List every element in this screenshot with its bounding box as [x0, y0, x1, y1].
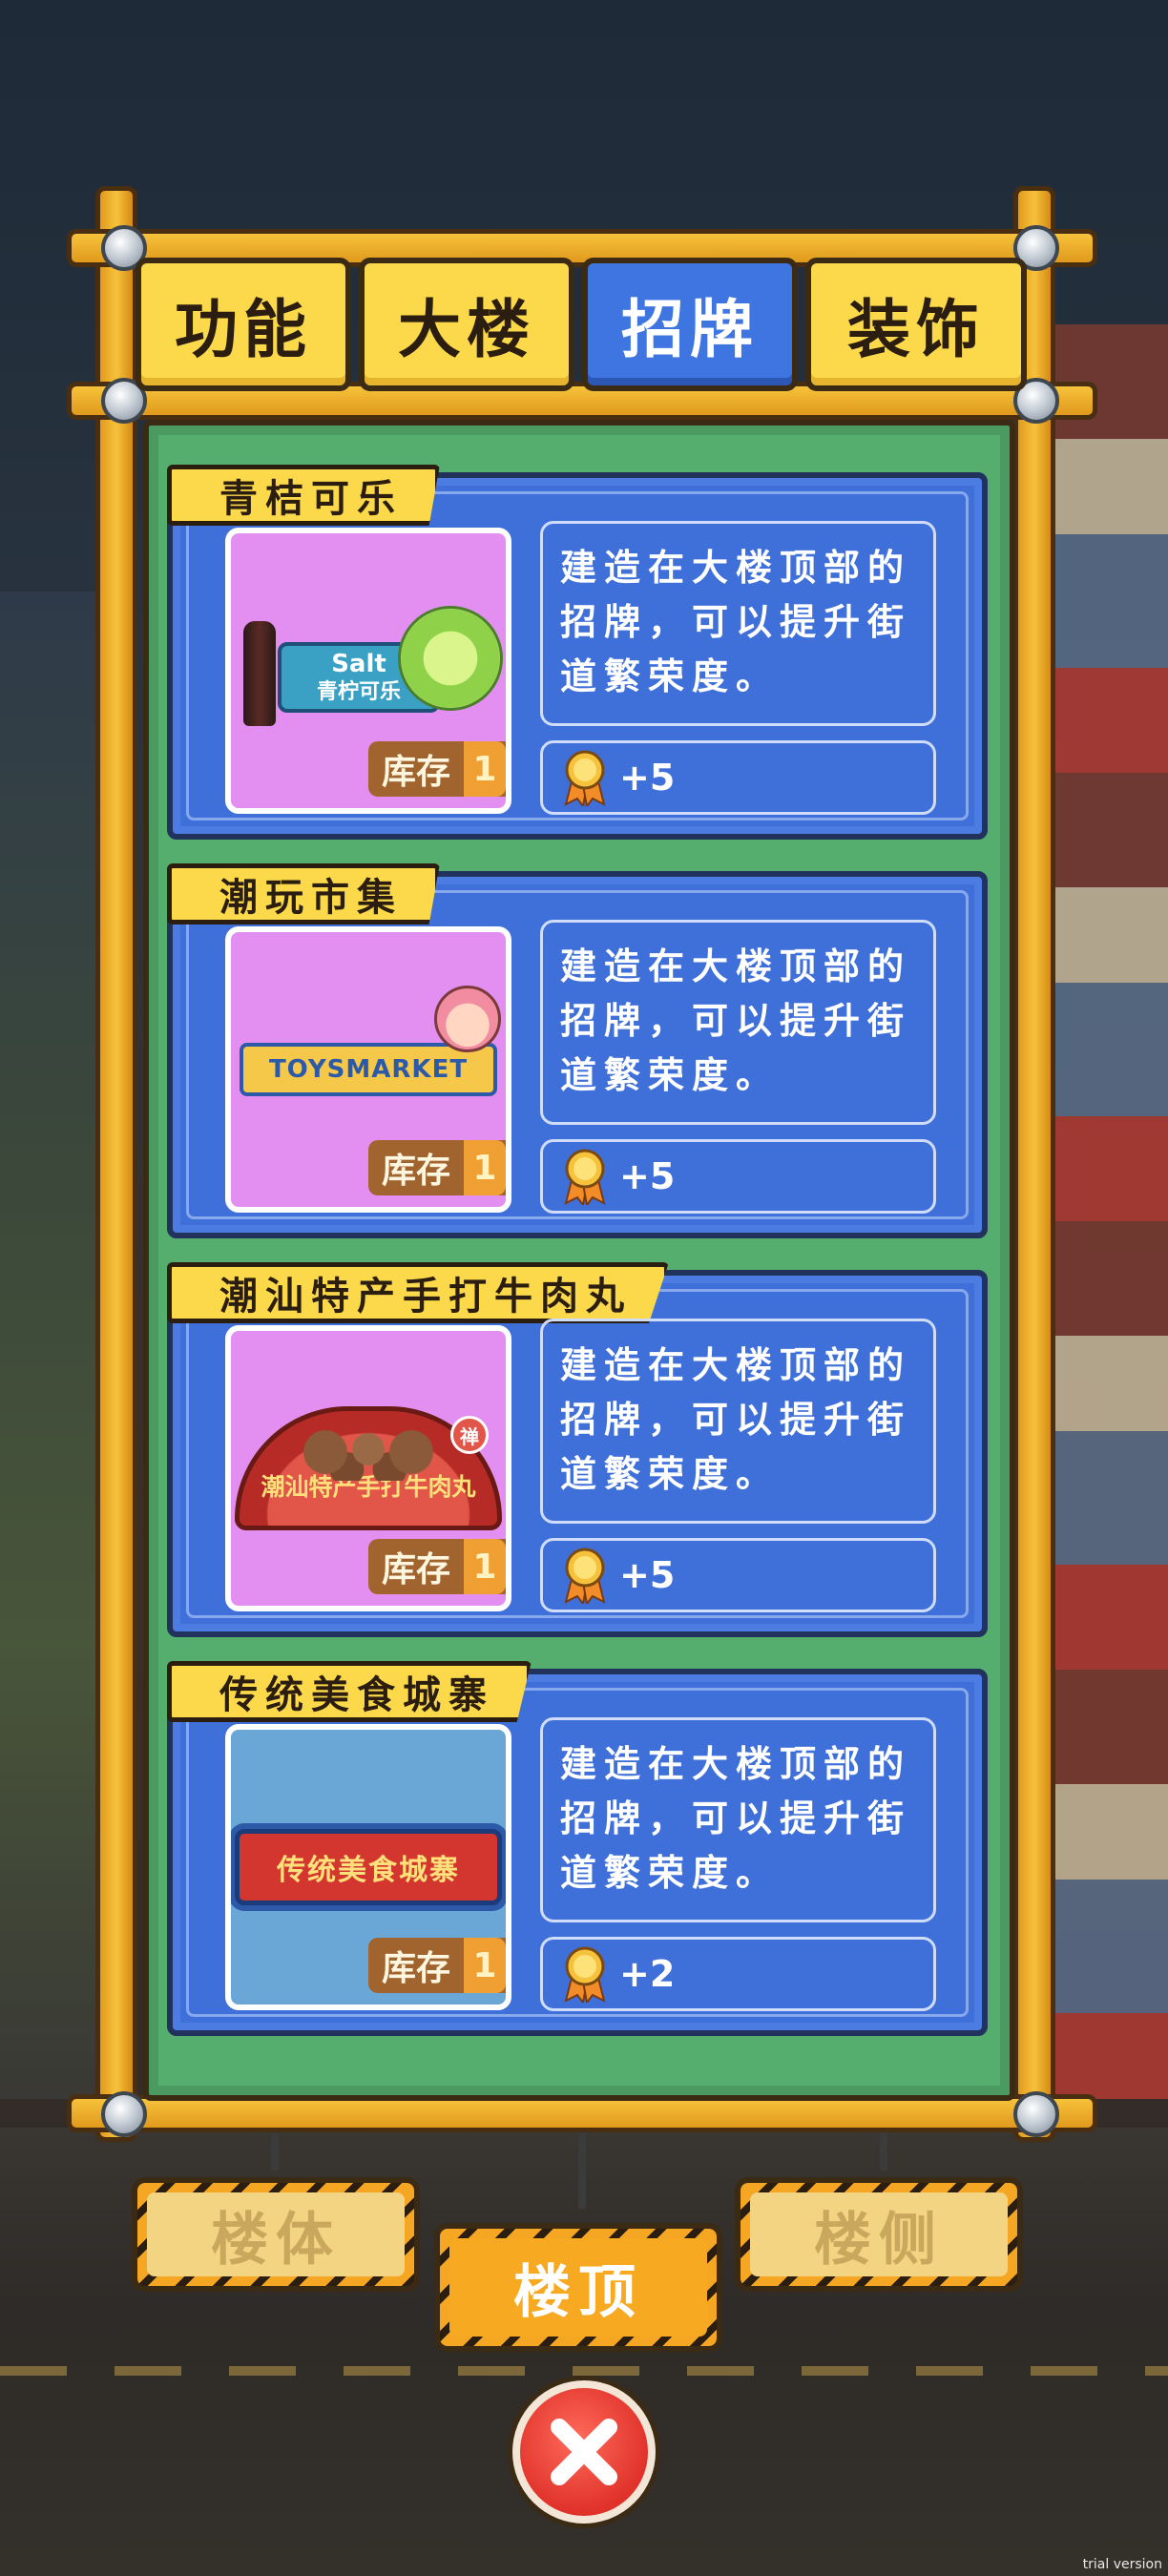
- prosperity-reward: +5: [540, 740, 936, 815]
- stock-label: 库存: [382, 753, 451, 792]
- sign-description: 建造在大楼顶部的招牌，可以提升街道繁荣度。: [540, 920, 936, 1125]
- tab-decoration[interactable]: 装饰: [805, 258, 1027, 391]
- close-x-icon: [551, 2419, 617, 2485]
- sign-thumbnail: 潮汕特产手打牛肉丸 禅 库存 1: [225, 1325, 511, 1611]
- bolt-icon: [101, 2091, 147, 2137]
- sign-description: 建造在大楼顶部的招牌，可以提升街道繁荣度。: [540, 1717, 936, 1922]
- sign-description: 建造在大楼顶部的招牌，可以提升街道繁荣度。: [540, 1319, 936, 1524]
- mascot-girl-icon: [434, 986, 501, 1052]
- beef-ball-sign-image: 潮汕特产手打牛肉丸 禅: [235, 1406, 502, 1530]
- stock-label: 库存: [382, 1949, 451, 1988]
- cola-bottle-icon: [243, 621, 276, 726]
- prosperity-reward: +2: [540, 1937, 936, 2011]
- sign-thumbnail: 传统美食城寨 库存 1: [225, 1724, 511, 2010]
- stock-badge: 库存 1: [368, 1140, 506, 1195]
- stock-badge: 库存 1: [368, 1539, 506, 1594]
- tab-label: 功能: [175, 293, 312, 366]
- stock-count: 1: [464, 741, 506, 797]
- sign-card-toy-market[interactable]: 潮玩市集 TOYSMARKET 库存 1 建造在大楼顶部的招牌，可以提升街道繁荣…: [167, 863, 988, 1238]
- placement-button-label: 楼侧: [750, 2192, 1008, 2276]
- tab-label: 招牌: [621, 293, 759, 366]
- prosperity-reward: +5: [540, 1139, 936, 1214]
- button-hanger: [578, 2132, 586, 2209]
- stock-badge: 库存 1: [368, 741, 506, 797]
- sign-card-title: 潮汕特产手打牛肉丸: [167, 1262, 669, 1323]
- food-city-sign-image: 传统美食城寨: [235, 1829, 502, 1905]
- tab-function[interactable]: 功能: [136, 258, 351, 391]
- placement-button-label: 楼体: [147, 2192, 405, 2276]
- reward-value: +5: [619, 757, 676, 799]
- meatball-icon: [297, 1423, 440, 1481]
- background-street-right: [1053, 324, 1168, 2099]
- prosperity-medal-icon: [564, 1548, 606, 1604]
- placement-side-button[interactable]: 楼侧: [735, 2177, 1023, 2292]
- prosperity-reward: +5: [540, 1538, 936, 1612]
- sign-badge: 禅: [450, 1416, 489, 1454]
- close-button[interactable]: [512, 2380, 656, 2524]
- cola-sign-image: Salt 青柠可乐: [240, 606, 503, 728]
- prosperity-medal-icon: [564, 1149, 606, 1205]
- button-hanger: [271, 2132, 279, 2171]
- frame-post-left: [95, 186, 137, 2142]
- reward-value: +5: [619, 1155, 676, 1197]
- toysmarket-sign-image: TOYSMARKET: [240, 986, 501, 1117]
- tab-label: 装饰: [847, 293, 985, 366]
- tab-label: 大楼: [398, 293, 535, 366]
- watermark: trial version: [1082, 2557, 1162, 2572]
- frame-post-right: [1013, 186, 1055, 2142]
- sign-card-title: 传统美食城寨: [167, 1661, 532, 1722]
- reward-value: +2: [619, 1953, 676, 1995]
- stock-count: 1: [464, 1539, 506, 1594]
- sign-card-food-city[interactable]: 传统美食城寨 传统美食城寨 库存 1 建造在大楼顶部的招牌，可以提升街道繁荣度。…: [167, 1661, 988, 2036]
- prosperity-medal-icon: [564, 1946, 606, 2003]
- reward-value: +5: [619, 1554, 676, 1596]
- stock-count: 1: [464, 1938, 506, 1993]
- placement-roof-button[interactable]: 楼顶: [434, 2223, 722, 2352]
- stock-label: 库存: [382, 1550, 451, 1589]
- tab-signboard[interactable]: 招牌: [582, 258, 798, 391]
- sign-card-beef-ball[interactable]: 潮汕特产手打牛肉丸 潮汕特产手打牛肉丸 禅 库存 1 建造在大楼顶部的招牌，可以…: [167, 1262, 988, 1637]
- sign-description: 建造在大楼顶部的招牌，可以提升街道繁荣度。: [540, 521, 936, 726]
- placement-button-label: 楼顶: [449, 2238, 707, 2337]
- tab-building[interactable]: 大楼: [359, 258, 574, 391]
- sign-art-text: 传统美食城寨: [277, 1854, 460, 1887]
- bolt-icon: [1013, 2091, 1059, 2137]
- placement-body-button[interactable]: 楼体: [132, 2177, 420, 2292]
- button-hanger: [880, 2132, 887, 2171]
- sign-art-text: TOYSMARKET: [268, 1055, 469, 1084]
- sign-card-qingju-cola[interactable]: 青桔可乐 Salt 青柠可乐 库存 1 建造在大楼顶部的招牌，可以提升街道繁荣度…: [167, 465, 988, 840]
- stock-label: 库存: [382, 1152, 451, 1191]
- sign-thumbnail: TOYSMARKET 库存 1: [225, 926, 511, 1213]
- lemon-slice-icon: [398, 606, 503, 711]
- stock-count: 1: [464, 1140, 506, 1195]
- sign-card-title: 潮玩市集: [167, 863, 440, 924]
- sign-card-title: 青桔可乐: [167, 465, 440, 526]
- sign-thumbnail: Salt 青柠可乐 库存 1: [225, 528, 511, 814]
- stock-badge: 库存 1: [368, 1938, 506, 1993]
- prosperity-medal-icon: [564, 750, 606, 806]
